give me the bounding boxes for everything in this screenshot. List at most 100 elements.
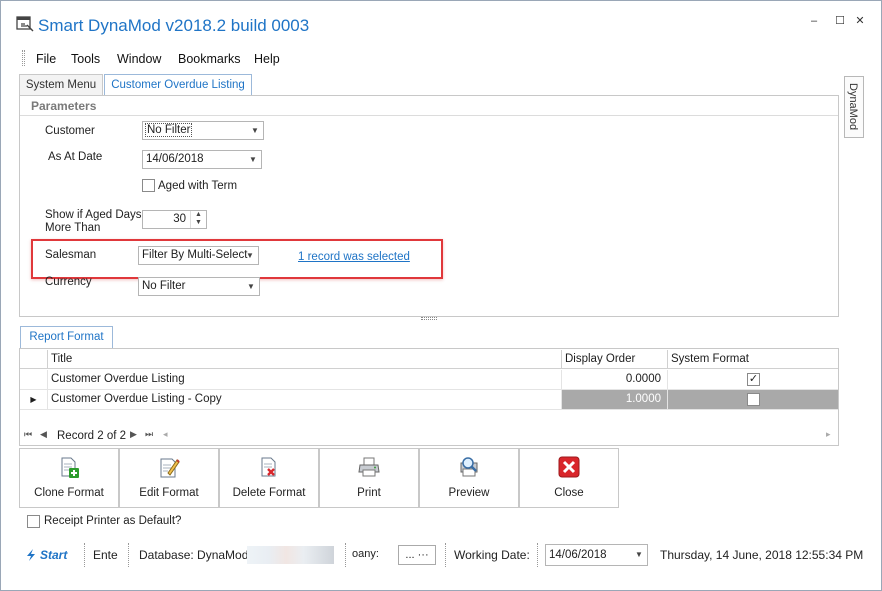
- spin-arrows-icon[interactable]: ▲ ▼: [190, 211, 206, 228]
- table-row-system-format[interactable]: ✓: [668, 370, 838, 390]
- receipt-printer-checkbox[interactable]: [27, 515, 40, 528]
- close-window-button[interactable]: ✕: [846, 10, 874, 32]
- currency-label: Currency: [45, 276, 92, 288]
- show-if-aged-label-1: Show if Aged Days: [45, 209, 142, 221]
- status-separator: [84, 543, 85, 567]
- customer-value: No Filter: [144, 123, 193, 137]
- window-title: Smart DynaMod v2018.2 build 0003: [38, 16, 310, 35]
- tab-system-menu[interactable]: System Menu: [19, 74, 103, 96]
- edit-format-icon: [160, 458, 180, 478]
- printer-icon: [358, 457, 380, 477]
- database-name-blurred: [247, 546, 334, 564]
- tab-report-format[interactable]: Report Format: [20, 326, 113, 348]
- clone-format-label: Clone Format: [34, 487, 104, 499]
- menu-window[interactable]: Window: [117, 52, 161, 66]
- tab-customer-overdue-listing[interactable]: Customer Overdue Listing: [104, 74, 252, 97]
- table-row-title[interactable]: Customer Overdue Listing: [48, 370, 562, 390]
- preview-button[interactable]: Preview: [419, 448, 519, 508]
- clone-format-icon: [61, 457, 79, 478]
- next-record-icon[interactable]: ▶: [130, 429, 137, 440]
- table-row-system-format[interactable]: [668, 390, 838, 410]
- chevron-down-icon: ▼: [247, 282, 255, 291]
- last-record-icon[interactable]: ⏭: [145, 429, 153, 440]
- close-label: Close: [554, 487, 584, 499]
- aged-days-spinner[interactable]: 30 ▲ ▼: [142, 210, 207, 229]
- working-date-value: 14/06/2018: [549, 549, 607, 561]
- start-logo-icon: [27, 549, 35, 561]
- scroll-right-icon[interactable]: ▸: [826, 429, 831, 440]
- status-separator: [445, 543, 446, 567]
- aged-with-term-label: Aged with Term: [158, 180, 238, 192]
- status-separator: [345, 543, 346, 567]
- database-label: Database: DynaMod: [139, 548, 249, 562]
- preview-label: Preview: [448, 487, 490, 499]
- currency-value: No Filter: [142, 280, 186, 292]
- grid-indicator-header: [20, 350, 48, 369]
- print-button[interactable]: Print: [319, 448, 419, 508]
- as-at-date-label: As At Date: [48, 151, 103, 163]
- first-record-icon[interactable]: ⏮: [24, 429, 32, 440]
- delete-format-button[interactable]: Delete Format: [219, 448, 319, 508]
- preview-icon: [460, 457, 478, 477]
- print-label: Print: [357, 487, 381, 499]
- side-tab-label: DynaMod: [847, 83, 859, 131]
- aged-with-term-checkbox[interactable]: [142, 179, 155, 192]
- parameters-header: Parameters: [20, 96, 838, 116]
- column-header-title[interactable]: Title: [48, 350, 562, 369]
- working-date-label: Working Date:: [454, 548, 530, 562]
- menu-tools[interactable]: Tools: [71, 52, 100, 66]
- prev-record-icon[interactable]: ◀: [40, 429, 47, 440]
- column-header-display-order[interactable]: Display Order: [562, 350, 668, 369]
- side-tab-dynamod[interactable]: DynaMod: [844, 76, 864, 138]
- edit-format-button[interactable]: Edit Format: [119, 448, 219, 508]
- receipt-printer-label: Receipt Printer as Default?: [44, 515, 182, 527]
- record-navigator: ⏮ ◀ Record 2 of 2 ▶ ⏭ ◂ ▸: [20, 427, 838, 445]
- row-indicator[interactable]: [20, 370, 48, 390]
- table-row-title[interactable]: Customer Overdue Listing - Copy: [48, 390, 562, 410]
- as-at-date-picker[interactable]: 14/06/2018 ▼: [142, 150, 262, 169]
- minimize-button[interactable]: –: [800, 10, 828, 32]
- working-date-picker[interactable]: 14/06/2018 ▼: [545, 544, 648, 566]
- delete-format-label: Delete Format: [232, 487, 306, 499]
- chevron-down-icon: ▼: [249, 155, 257, 164]
- column-header-system-format[interactable]: System Format: [668, 350, 838, 369]
- table-row-display-order[interactable]: 0.0000: [562, 370, 668, 390]
- company-picker-button[interactable]: ... ···: [398, 545, 436, 565]
- edit-format-label: Edit Format: [139, 487, 199, 499]
- chevron-down-icon: ▼: [635, 550, 643, 559]
- start-button[interactable]: Start: [40, 548, 67, 562]
- delete-format-icon: [261, 457, 276, 477]
- customer-dropdown[interactable]: No Filter ▼: [142, 121, 264, 140]
- close-red-icon: [558, 456, 580, 478]
- table-row-display-order[interactable]: 1.0000: [562, 390, 668, 410]
- aged-days-value: 30: [173, 213, 186, 225]
- chevron-down-icon: ▼: [246, 251, 254, 260]
- menu-help[interactable]: Help: [254, 52, 280, 66]
- show-if-aged-label-2: More Than: [45, 222, 101, 234]
- salesman-dropdown[interactable]: Filter By Multi-Select ▼: [138, 246, 259, 265]
- scroll-left-icon[interactable]: ◂: [163, 429, 168, 440]
- as-at-date-value: 14/06/2018: [146, 153, 204, 165]
- customer-label: Customer: [45, 125, 95, 137]
- menu-grip: [22, 50, 25, 66]
- menu-file[interactable]: File: [36, 52, 56, 66]
- system-format-checkbox[interactable]: [747, 393, 760, 406]
- row-indicator-current[interactable]: ▶: [20, 390, 48, 410]
- current-datetime: Thursday, 14 June, 2018 12:55:34 PM: [660, 548, 864, 562]
- chevron-down-icon: ▼: [251, 126, 259, 135]
- salesman-value: Filter By Multi-Select: [142, 249, 248, 261]
- parameters-title: Parameters: [31, 99, 97, 113]
- clone-format-button[interactable]: Clone Format: [19, 448, 119, 508]
- salesman-selected-link[interactable]: 1 record was selected: [298, 251, 410, 263]
- status-separator: [537, 543, 538, 567]
- panel-splitter[interactable]: [421, 317, 437, 320]
- close-button[interactable]: Close: [519, 448, 619, 508]
- salesman-label: Salesman: [45, 249, 97, 261]
- menu-bookmarks[interactable]: Bookmarks: [178, 52, 241, 66]
- company-label: oany:: [352, 548, 379, 560]
- app-logo-icon: [16, 16, 34, 32]
- system-format-checkbox-checked[interactable]: ✓: [747, 373, 760, 386]
- currency-dropdown[interactable]: No Filter ▼: [138, 277, 260, 296]
- status-separator: [128, 543, 129, 567]
- enter-status: Ente: [93, 548, 118, 562]
